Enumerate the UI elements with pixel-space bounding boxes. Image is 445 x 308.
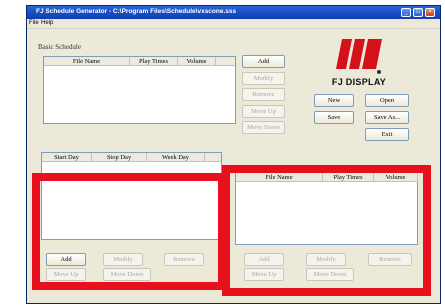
advance-schedule-header: Start Day Stop Day Week Day <box>42 153 221 162</box>
basic-modify-button[interactable]: Modify <box>242 72 285 85</box>
fj-logo-icon <box>336 39 382 74</box>
basic-remove-button[interactable]: Remove <box>242 88 285 101</box>
basic-schedule-label: Basic Schedule <box>38 43 81 51</box>
column-file-name[interactable]: File Name <box>44 57 130 66</box>
basic-move-up-button[interactable]: Move Up <box>242 105 285 118</box>
menu-bar: File Help <box>27 19 440 29</box>
menu-file[interactable]: File <box>29 20 39 26</box>
fj-display-logo: FJ DISPLAY <box>314 39 404 89</box>
basic-move-down-button[interactable]: Move Down <box>242 121 285 134</box>
column-start-day[interactable]: Start Day <box>42 153 92 162</box>
basic-schedule-list[interactable]: File Name Play Times Volume <box>43 56 236 124</box>
column-stop-day[interactable]: Stop Day <box>92 153 147 162</box>
logo-wordmark: FJ DISPLAY <box>331 77 387 87</box>
basic-add-button[interactable]: Add <box>242 55 285 68</box>
highlight-frame-right <box>222 165 431 296</box>
exit-button[interactable]: Exit <box>365 128 409 141</box>
minimize-button[interactable]: _ <box>401 8 411 17</box>
save-button[interactable]: Save <box>314 111 354 124</box>
open-button[interactable]: Open <box>365 94 409 107</box>
save-as-button[interactable]: Save As... <box>365 111 409 124</box>
title-bar[interactable]: FJ Schedule Generator - C:\Program Files… <box>27 6 440 19</box>
window-title: FJ Schedule Generator - C:\Program Files… <box>36 8 237 15</box>
highlight-frame-left <box>32 173 226 290</box>
basic-schedule-header: File Name Play Times Volume <box>44 57 235 66</box>
column-week-day[interactable]: Week Day <box>147 153 205 162</box>
column-volume[interactable]: Volume <box>178 57 216 66</box>
maximize-button[interactable]: □ <box>413 8 423 17</box>
close-button[interactable]: × <box>425 8 435 17</box>
new-button[interactable]: New <box>314 94 354 107</box>
menu-help[interactable]: Help <box>41 20 53 26</box>
column-play-times[interactable]: Play Times <box>130 57 178 66</box>
